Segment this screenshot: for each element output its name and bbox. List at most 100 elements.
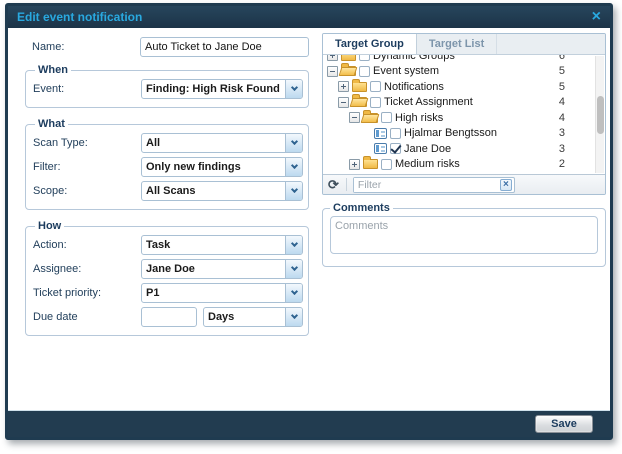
- chevron-down-icon: [290, 162, 297, 169]
- scan-type-row: Scan Type: All: [33, 132, 303, 153]
- dropdown-button[interactable]: [285, 158, 302, 176]
- scope-select[interactable]: All Scans: [141, 181, 303, 201]
- assignee-row: Assignee: Jane Doe: [33, 258, 303, 279]
- folder-open-icon: [352, 97, 367, 107]
- name-input[interactable]: [140, 37, 309, 57]
- name-row: Name:: [16, 37, 309, 57]
- filter-select-value: Only new findings: [142, 161, 285, 173]
- when-fieldset: When Event: Finding: High Risk Found: [25, 64, 309, 108]
- tree-row[interactable]: Dynamic Groups6: [323, 55, 605, 64]
- filter-select[interactable]: Only new findings: [141, 157, 303, 177]
- tab-target-group[interactable]: Target Group: [323, 34, 417, 54]
- tree-label: High risks: [395, 112, 443, 124]
- chevron-down-icon: [290, 138, 297, 145]
- tree-row[interactable]: Hjalmar Bengtsson 3: [323, 126, 605, 142]
- checkbox-checked[interactable]: [390, 143, 401, 154]
- user-icon: [374, 128, 387, 139]
- when-legend: When: [35, 64, 71, 76]
- tree-row[interactable]: High risks 4: [323, 110, 605, 126]
- tree-count: 5: [559, 81, 565, 93]
- ticket-priority-select[interactable]: P1: [141, 283, 303, 303]
- checkbox[interactable]: [381, 112, 392, 123]
- folder-icon: [341, 55, 356, 61]
- checkbox[interactable]: [381, 159, 392, 170]
- form-column: Name: When Event: Finding: High Risk Fou…: [16, 28, 314, 346]
- tree-row[interactable]: Jane Doe3: [323, 141, 605, 157]
- target-group-tree: Dynamic Groups6Event system5Notification…: [323, 55, 605, 174]
- comments-textarea[interactable]: [330, 216, 598, 254]
- clear-filter-icon[interactable]: ×: [500, 179, 512, 191]
- dropdown-button[interactable]: [285, 182, 302, 200]
- assignee-select[interactable]: Jane Doe: [141, 259, 303, 279]
- chevron-down-icon: [290, 186, 297, 193]
- due-date-label: Due date: [33, 311, 133, 323]
- tree-count: 4: [559, 112, 565, 124]
- action-select-value: Task: [142, 239, 285, 251]
- edit-event-notification-dialog: Edit event notification × Name: When Eve…: [5, 3, 613, 440]
- collapse-icon[interactable]: [327, 66, 338, 77]
- dialog-title: Edit event notification: [17, 10, 142, 24]
- target-column: Target GroupTarget List Dynamic Groups6E…: [322, 28, 606, 267]
- checkbox[interactable]: [359, 55, 370, 61]
- close-icon[interactable]: ×: [592, 10, 601, 24]
- name-label: Name:: [32, 41, 132, 53]
- collapse-icon[interactable]: [349, 112, 360, 123]
- checkbox[interactable]: [390, 128, 401, 139]
- tree-label: Hjalmar Bengtsson: [404, 127, 497, 139]
- save-button[interactable]: Save: [535, 415, 593, 433]
- due-date-unit-select[interactable]: Days: [203, 307, 303, 327]
- due-date-unit-value: Days: [204, 311, 285, 323]
- due-date-input[interactable]: [141, 307, 197, 327]
- tab-target-list[interactable]: Target List: [417, 34, 497, 54]
- how-fieldset: How Action: Task Assignee: Jane Doe: [25, 220, 309, 336]
- event-row: Event: Finding: High Risk Found: [33, 78, 303, 99]
- dropdown-button[interactable]: [285, 80, 302, 98]
- filter-row: Filter: Only new findings: [33, 156, 303, 177]
- scope-label: Scope:: [33, 185, 133, 197]
- scrollbar-thumb[interactable]: [597, 96, 604, 134]
- expand-icon[interactable]: [327, 55, 338, 61]
- event-select[interactable]: Finding: High Risk Found: [141, 79, 303, 99]
- target-tree-panel: Target GroupTarget List Dynamic Groups6E…: [322, 33, 606, 195]
- checkbox[interactable]: [370, 81, 381, 92]
- folder-open-icon: [363, 113, 378, 123]
- ticket-priority-row: Ticket priority: P1: [33, 282, 303, 303]
- dropdown-button[interactable]: [285, 308, 302, 326]
- tree-row[interactable]: Notifications5: [323, 79, 605, 95]
- expand-icon[interactable]: [349, 159, 360, 170]
- tree-row[interactable]: Ticket Assignment4: [323, 95, 605, 111]
- expand-icon[interactable]: [338, 81, 349, 92]
- scan-type-select-value: All: [142, 137, 285, 149]
- tree-row[interactable]: Medium risks2: [323, 157, 605, 173]
- comments-legend: Comments: [330, 202, 393, 214]
- refresh-icon[interactable]: ⟳: [328, 178, 339, 191]
- tree-row[interactable]: Event system5: [323, 64, 605, 80]
- footer-bar: Save: [8, 410, 610, 437]
- tree-count: 6: [559, 55, 565, 62]
- user-icon: [374, 143, 387, 154]
- dropdown-button[interactable]: [285, 134, 302, 152]
- collapse-icon[interactable]: [338, 97, 349, 108]
- comments-fieldset: Comments: [322, 202, 606, 267]
- scope-select-value: All Scans: [142, 185, 285, 197]
- tree-scrollbar[interactable]: [595, 56, 604, 173]
- dropdown-button[interactable]: [285, 284, 302, 302]
- how-legend: How: [35, 220, 64, 232]
- tree-label: Ticket Assignment: [384, 96, 473, 108]
- action-select[interactable]: Task: [141, 235, 303, 255]
- tree-filter-field: ×: [353, 177, 515, 193]
- tree-label: Medium risks: [395, 158, 460, 170]
- chevron-down-icon: [290, 240, 297, 247]
- chevron-down-icon: [290, 84, 297, 91]
- scan-type-select[interactable]: All: [141, 133, 303, 153]
- dropdown-button[interactable]: [285, 236, 302, 254]
- tree-filter-input[interactable]: [354, 178, 496, 192]
- tree-count: 3: [559, 127, 565, 139]
- chevron-down-icon: [290, 288, 297, 295]
- chevron-down-icon: [290, 264, 297, 271]
- checkbox[interactable]: [370, 97, 381, 108]
- scope-row: Scope: All Scans: [33, 180, 303, 201]
- dropdown-button[interactable]: [285, 260, 302, 278]
- event-select-value: Finding: High Risk Found: [142, 83, 285, 95]
- checkbox[interactable]: [359, 66, 370, 77]
